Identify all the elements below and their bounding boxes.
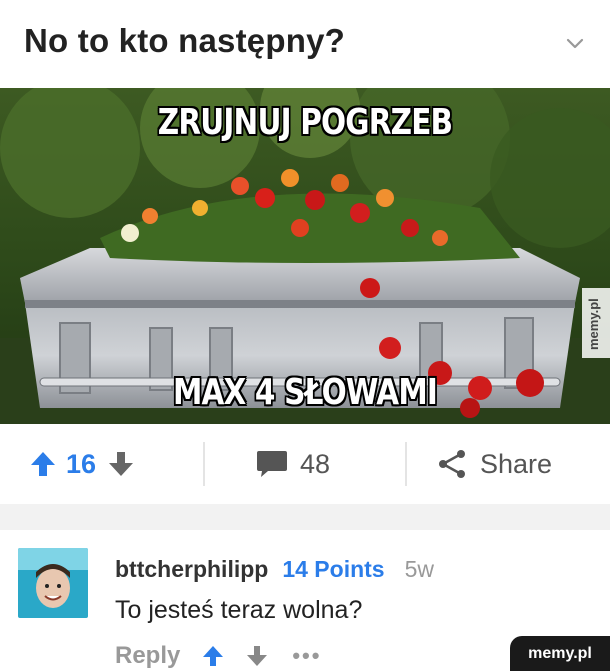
upvote-count: 16: [66, 448, 97, 479]
comment-username[interactable]: bttcherphilipp: [115, 556, 268, 583]
comment-bubble-icon: [257, 451, 287, 477]
reply-button[interactable]: Reply: [115, 642, 180, 670]
comment-points: 14 Points: [282, 556, 385, 582]
post-header: No to kto następny?: [0, 0, 610, 88]
comment-more-button[interactable]: •••: [292, 643, 321, 669]
post-image[interactable]: ZRUJNUJ POGRZEB MAX 4 SŁOWAMI memy.pl: [0, 88, 610, 424]
meme-caption-bottom: MAX 4 SŁOWAMI: [172, 372, 438, 413]
comment-count: 48: [300, 448, 331, 479]
avatar-image: [18, 548, 88, 618]
section-gap: [0, 504, 610, 530]
share-button[interactable]: Share: [436, 424, 552, 504]
side-watermark-text: memy.pl: [586, 298, 601, 350]
site-watermark-badge: memy.pl: [510, 636, 610, 671]
side-watermark: memy.pl: [582, 288, 610, 358]
comment-age: 5w: [404, 556, 434, 582]
downvote-arrow-icon[interactable]: [108, 450, 134, 478]
post-action-bar: 16 48 Share: [0, 424, 610, 504]
action-divider: [405, 442, 407, 486]
comment-meta: bttcherphilipp 14 Points 5w: [115, 556, 434, 583]
comments-button[interactable]: 48: [256, 424, 330, 504]
post-title: No to kto następny?: [24, 22, 345, 59]
meme-caption-top: ZRUJNUJ POGRZEB: [157, 102, 453, 143]
upvote-arrow-icon[interactable]: [30, 450, 56, 478]
share-label: Share: [480, 448, 553, 479]
comment-downvote-icon[interactable]: [246, 644, 268, 668]
chevron-down-icon[interactable]: [562, 30, 588, 56]
share-icon: [439, 450, 465, 478]
comment-upvote-icon[interactable]: [202, 644, 224, 668]
comment-text: To jesteś teraz wolna?: [115, 596, 363, 624]
action-divider: [203, 442, 205, 486]
vote-group: 16: [30, 424, 134, 504]
avatar[interactable]: [18, 548, 88, 618]
comment-actions: Reply •••: [115, 642, 321, 670]
